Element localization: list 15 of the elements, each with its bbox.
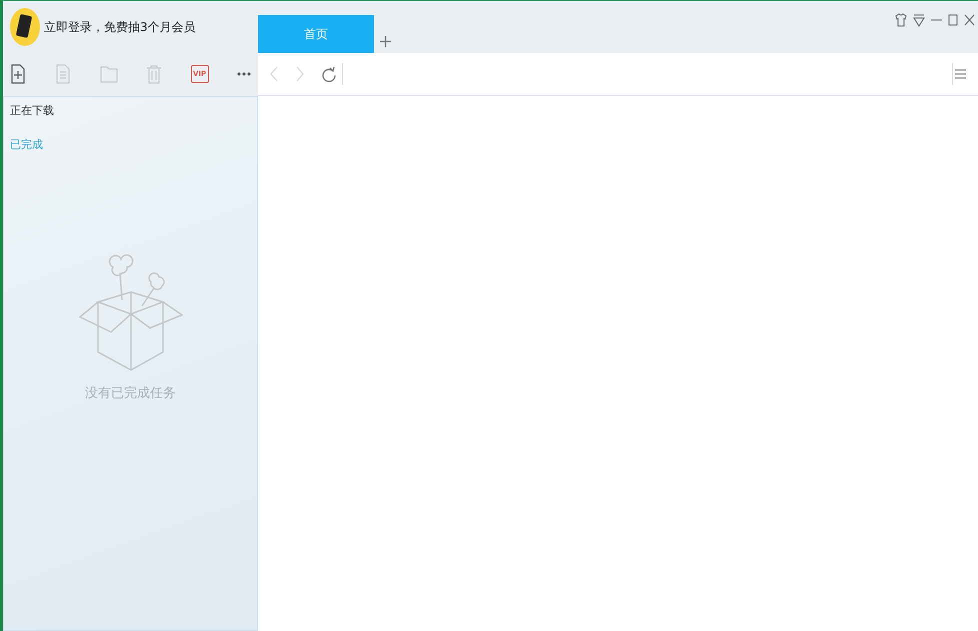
dropdown-icon[interactable] [913,13,925,27]
sidebar-item[interactable]: 已完成 [10,137,43,154]
more-icon[interactable] [236,71,252,78]
sidebar-item[interactable]: 正在下载 [10,102,54,120]
login-promo-link[interactable]: 立即登录，免费抽3个月会员 [44,18,196,36]
browser-tab[interactable]: 首页 [258,15,374,53]
new-file-icon[interactable] [9,64,27,84]
refresh-icon[interactable] [322,66,336,82]
skin-icon[interactable] [895,13,907,27]
new-tab-icon[interactable] [380,36,391,47]
close-icon[interactable] [964,13,975,27]
maximize-icon[interactable] [948,13,958,27]
empty-state-message: 没有已完成任务 [85,384,176,403]
menu-icon[interactable] [955,68,966,80]
avatar-icon[interactable] [9,6,41,47]
